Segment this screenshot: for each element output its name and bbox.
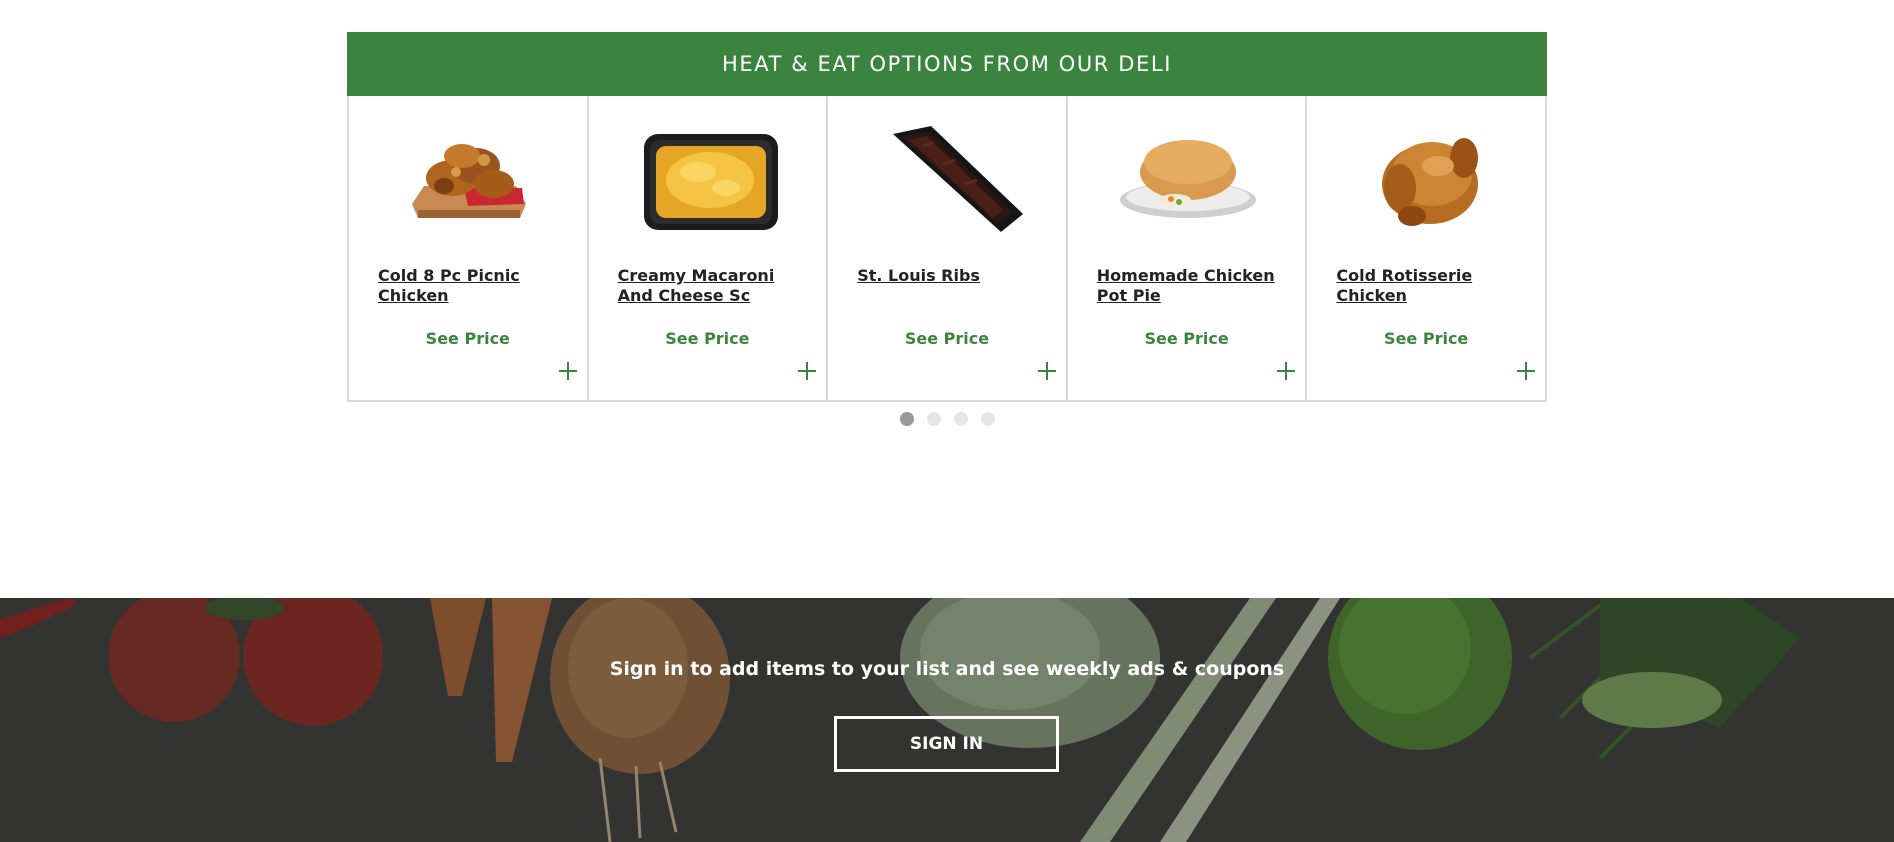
deli-carousel-section: HEAT & EAT OPTIONS FROM OUR DELI Cold 8 … bbox=[347, 32, 1547, 426]
carousel-pagination bbox=[347, 412, 1547, 426]
product-name-link[interactable]: Creamy Macaroni And Cheese Sc bbox=[618, 266, 798, 306]
see-price-link[interactable]: See Price bbox=[1307, 329, 1545, 348]
product-card: Cold 8 Pc Picnic Chicken See Price bbox=[349, 96, 589, 400]
carousel-dot-1[interactable] bbox=[899, 412, 914, 426]
see-price-link[interactable]: See Price bbox=[828, 329, 1066, 348]
product-image-ribs[interactable] bbox=[873, 116, 1024, 236]
see-price-link[interactable]: See Price bbox=[1068, 329, 1306, 348]
plus-icon bbox=[558, 362, 577, 380]
carousel-dot-4[interactable] bbox=[980, 412, 995, 426]
product-card: St. Louis Ribs See Price bbox=[828, 96, 1068, 400]
add-to-list-button[interactable] bbox=[796, 360, 818, 382]
see-price-link[interactable]: See Price bbox=[349, 329, 587, 348]
add-to-list-button[interactable] bbox=[1275, 360, 1297, 382]
product-card: Homemade Chicken Pot Pie See Price bbox=[1068, 96, 1308, 400]
add-to-list-button[interactable] bbox=[1515, 360, 1537, 382]
plus-icon bbox=[1037, 362, 1056, 380]
product-carousel: Cold 8 Pc Picnic Chicken See Price Cream… bbox=[347, 96, 1547, 402]
carousel-dot-3[interactable] bbox=[953, 412, 968, 426]
product-image-fried-chicken[interactable] bbox=[394, 116, 544, 236]
product-name-link[interactable]: Cold 8 Pc Picnic Chicken bbox=[378, 266, 558, 306]
signin-banner: Sign in to add items to your list and se… bbox=[0, 598, 1894, 842]
product-card: Cold Rotisserie Chicken See Price bbox=[1307, 96, 1547, 400]
section-heading: HEAT & EAT OPTIONS FROM OUR DELI bbox=[347, 32, 1547, 96]
add-to-list-button[interactable] bbox=[557, 360, 579, 382]
product-image-rotisserie-chicken[interactable] bbox=[1352, 116, 1502, 236]
product-name-link[interactable]: Cold Rotisserie Chicken bbox=[1336, 266, 1516, 306]
carousel-dot-2[interactable] bbox=[926, 412, 941, 426]
product-card: Creamy Macaroni And Cheese Sc See Price bbox=[589, 96, 829, 400]
product-name-link[interactable]: St. Louis Ribs bbox=[857, 266, 1037, 286]
plus-icon bbox=[1516, 362, 1535, 380]
sign-in-button[interactable]: SIGN IN bbox=[834, 716, 1059, 772]
signin-message: Sign in to add items to your list and se… bbox=[609, 658, 1285, 680]
product-image-mac-and-cheese[interactable] bbox=[634, 116, 784, 236]
add-to-list-button[interactable] bbox=[1036, 360, 1058, 382]
product-image-pot-pie[interactable] bbox=[1113, 116, 1263, 236]
plus-icon bbox=[1277, 362, 1296, 380]
see-price-link[interactable]: See Price bbox=[589, 329, 827, 348]
plus-icon bbox=[798, 362, 817, 380]
product-name-link[interactable]: Homemade Chicken Pot Pie bbox=[1097, 266, 1277, 306]
